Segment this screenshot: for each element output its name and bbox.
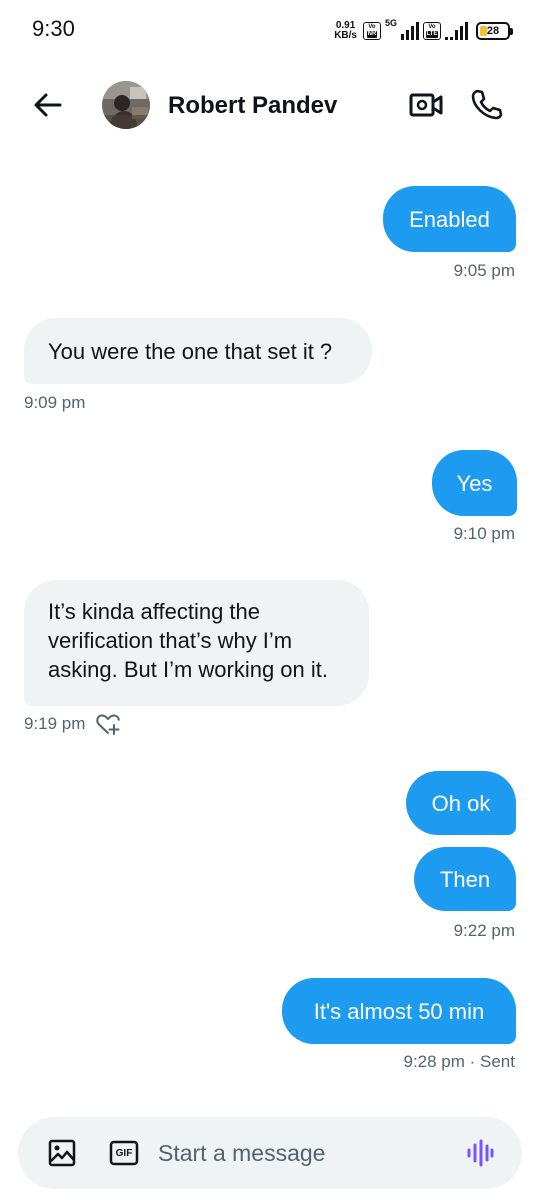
signal-bars-icon-2: [445, 22, 468, 40]
phone-icon: [471, 89, 502, 120]
volte-lte-top: Vo: [428, 24, 436, 30]
status-bar: 9:30 0.91 KB/s Vo NR 5G Vo LTE 28: [0, 0, 540, 60]
message-bubble-received[interactable]: It’s kinda affecting the verification th…: [24, 580, 369, 706]
message-composer: GIF: [18, 1117, 522, 1189]
status-icons: 0.91 KB/s Vo NR 5G Vo LTE 28: [334, 17, 513, 45]
contact-avatar[interactable]: [102, 81, 150, 129]
message-input[interactable]: [158, 1131, 448, 1175]
voice-call-button[interactable]: [466, 84, 506, 124]
network-speed: 0.91 KB/s: [334, 21, 357, 41]
arrow-left-icon: [34, 93, 62, 117]
status-time: 9:30: [32, 16, 75, 41]
volte-lte-bottom: LTE: [425, 31, 439, 38]
network-speed-unit: KB/s: [334, 30, 357, 41]
network-type-label: 5G: [384, 18, 397, 28]
add-gif-button[interactable]: GIF: [106, 1135, 142, 1171]
message-bubble-sent[interactable]: It's almost 50 min: [282, 978, 516, 1044]
message-timestamp: 9:19 pm: [24, 714, 86, 733]
add-reaction-heart-icon[interactable]: [95, 712, 121, 736]
volte-nr-icon: Vo NR: [362, 22, 381, 40]
volte-nr-top: Vo: [368, 24, 376, 30]
message-timestamp: 9:09 pm: [24, 393, 86, 412]
message-bubble-sent[interactable]: Oh ok: [406, 771, 516, 835]
message-timestamp: 9:10 pm: [453, 524, 515, 543]
message-bubble-sent[interactable]: Then: [414, 847, 516, 911]
volte-lte-icon: Vo LTE: [423, 22, 441, 40]
message-bubble-sent[interactable]: Enabled: [383, 186, 516, 252]
conversation-header: Robert Pandev: [0, 70, 540, 140]
video-call-button[interactable]: [406, 88, 446, 122]
dm-conversation-screen: 9:30 0.91 KB/s Vo NR 5G Vo LTE 28 Robert…: [0, 0, 540, 1200]
back-button[interactable]: [28, 85, 68, 125]
avatar-image: [102, 81, 150, 129]
contact-name[interactable]: Robert Pandev: [168, 92, 337, 120]
gif-label: GIF: [115, 1147, 133, 1159]
message-bubble-sent[interactable]: Yes: [432, 450, 517, 516]
message-timestamp: 9:05 pm: [453, 261, 515, 280]
battery-level: 28: [486, 25, 500, 37]
battery-icon: 28: [476, 22, 513, 40]
voice-message-button[interactable]: [462, 1135, 498, 1171]
message-timestamp: 9:22 pm: [453, 921, 515, 940]
image-icon: [48, 1139, 76, 1167]
volte-nr-bottom: NR: [366, 31, 378, 38]
message-timestamp-sent-status: 9:28 pm · Sent: [403, 1052, 515, 1071]
signal-bars-icon-1: [401, 22, 419, 40]
video-camera-icon: [409, 93, 443, 117]
add-media-button[interactable]: [44, 1135, 80, 1171]
voice-waveform-icon: [467, 1139, 494, 1167]
message-bubble-received[interactable]: You were the one that set it ?: [24, 318, 372, 384]
